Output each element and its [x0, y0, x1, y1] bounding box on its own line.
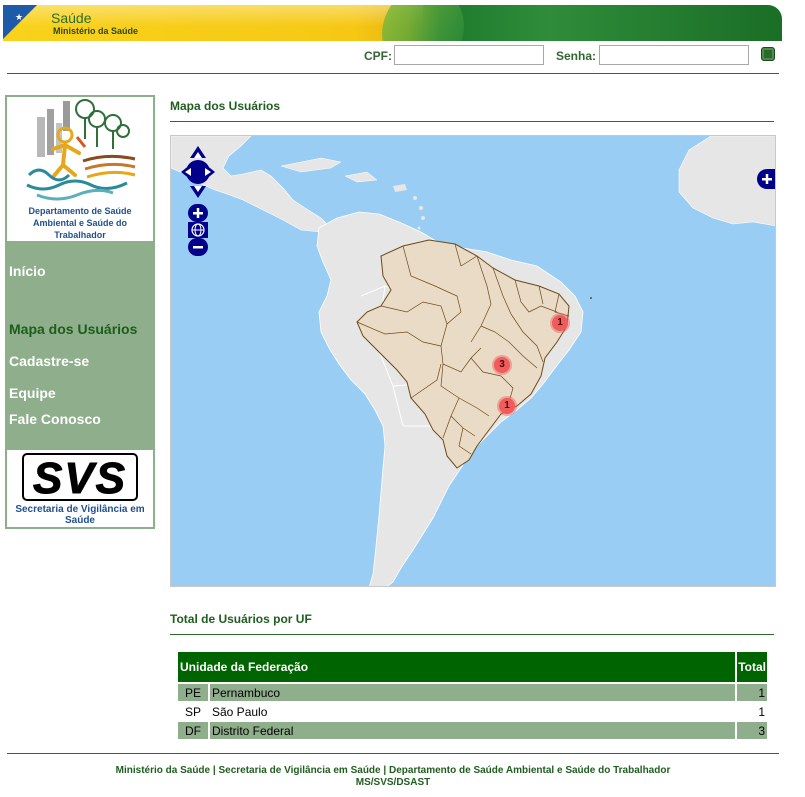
- footer: Ministério da Saúde | Secretaria de Vigi…: [0, 765, 786, 789]
- header-unidade-da-federacao: Unidade da Federação: [178, 652, 736, 682]
- footer-link-dsast[interactable]: Departamento de Saúde Ambiental e Saúde …: [389, 765, 670, 776]
- cpf-input[interactable]: [394, 45, 544, 65]
- row-nome: São Paulo: [208, 703, 735, 720]
- layer-switcher-plus-icon[interactable]: [757, 169, 776, 189]
- map-marker-pe[interactable]: 1: [552, 315, 568, 331]
- map-section-divider: [170, 121, 774, 122]
- svs-logo-icon: SVS: [22, 453, 138, 501]
- table-section-divider: [170, 634, 774, 635]
- svs-logo-letters: SVS: [33, 454, 127, 501]
- nav-item-mapa-dos-usuarios[interactable]: Mapa dos Usuários: [9, 321, 137, 337]
- banner-blue-corner: [3, 5, 51, 41]
- row-total: 1: [735, 703, 767, 720]
- map-marker-sp[interactable]: 1: [499, 398, 515, 414]
- senha-label: Senha:: [556, 49, 597, 63]
- nav-item-cadastre-se[interactable]: Cadastre-se: [9, 353, 89, 369]
- header-total: Total: [735, 652, 767, 682]
- table-row: DF Distrito Federal 3: [178, 722, 767, 739]
- row-nome: Pernambuco: [208, 684, 736, 701]
- footer-divider: [7, 753, 779, 754]
- senha-input[interactable]: [599, 45, 749, 65]
- dsast-logo-box: Departamento de Saúde Ambiental e Saúde …: [7, 97, 153, 241]
- world-icon[interactable]: [188, 222, 208, 238]
- users-by-uf-table: Unidade da Federação Total PE Pernambuco…: [178, 650, 767, 741]
- banner-subtitle: Ministério da Saúde: [53, 26, 139, 36]
- dsast-logo-text: Departamento de Saúde Ambiental e Saúde …: [28, 206, 132, 240]
- row-sigla: SP: [184, 704, 201, 719]
- row-total: 1: [735, 684, 767, 701]
- zoom-out-icon[interactable]: [188, 238, 208, 256]
- users-map[interactable]: 1 3 1: [170, 135, 776, 587]
- row-sigla: PE: [178, 684, 208, 701]
- map-geography: [171, 136, 775, 586]
- header-banner: ★ Saúde Ministério da Saúde: [3, 5, 782, 41]
- svs-logo-text: Secretaria de Vigilância em Saúde: [15, 504, 145, 526]
- row-total: 3: [735, 722, 767, 739]
- nav-item-fale-conosco[interactable]: Fale Conosco: [9, 411, 101, 427]
- dsast-logo-icon: [26, 99, 136, 201]
- table-header-row: Unidade da Federação Total: [178, 652, 767, 682]
- row-nome: Distrito Federal: [208, 722, 736, 739]
- cpf-label: CPF:: [364, 49, 392, 63]
- zoom-in-icon[interactable]: [188, 204, 208, 222]
- map-marker-df[interactable]: 3: [494, 357, 510, 373]
- login-submit-button[interactable]: [761, 47, 775, 61]
- footer-separator: |: [383, 765, 387, 776]
- star-icon: ★: [15, 12, 24, 22]
- sidebar: Departamento de Saúde Ambiental e Saúde …: [5, 95, 155, 529]
- pan-arrows-icon[interactable]: [179, 144, 217, 200]
- table-row: SP São Paulo 1: [178, 703, 767, 720]
- header-divider: [7, 73, 779, 74]
- nav-item-equipe[interactable]: Equipe: [9, 385, 56, 401]
- footer-line-2: MS/SVS/DSAST: [355, 777, 431, 788]
- map-section-title: Mapa dos Usuários: [170, 99, 281, 113]
- footer-separator: |: [212, 765, 216, 776]
- footer-line-1: Ministério da Saúde | Secretaria de Vigi…: [0, 765, 786, 777]
- table-section-title: Total de Usuários por UF: [170, 612, 312, 626]
- table-row: PE Pernambuco 1: [178, 684, 767, 701]
- row-sigla: DF: [178, 722, 208, 739]
- footer-link-ministerio[interactable]: Ministério da Saúde: [116, 765, 210, 776]
- nav-item-inicio[interactable]: Início: [9, 263, 46, 279]
- banner-title: Saúde: [51, 10, 92, 26]
- footer-link-svs[interactable]: Secretaria de Vigilância em Saúde: [218, 765, 380, 776]
- svs-logo-box: SVS Secretaria de Vigilância em Saúde: [7, 450, 153, 527]
